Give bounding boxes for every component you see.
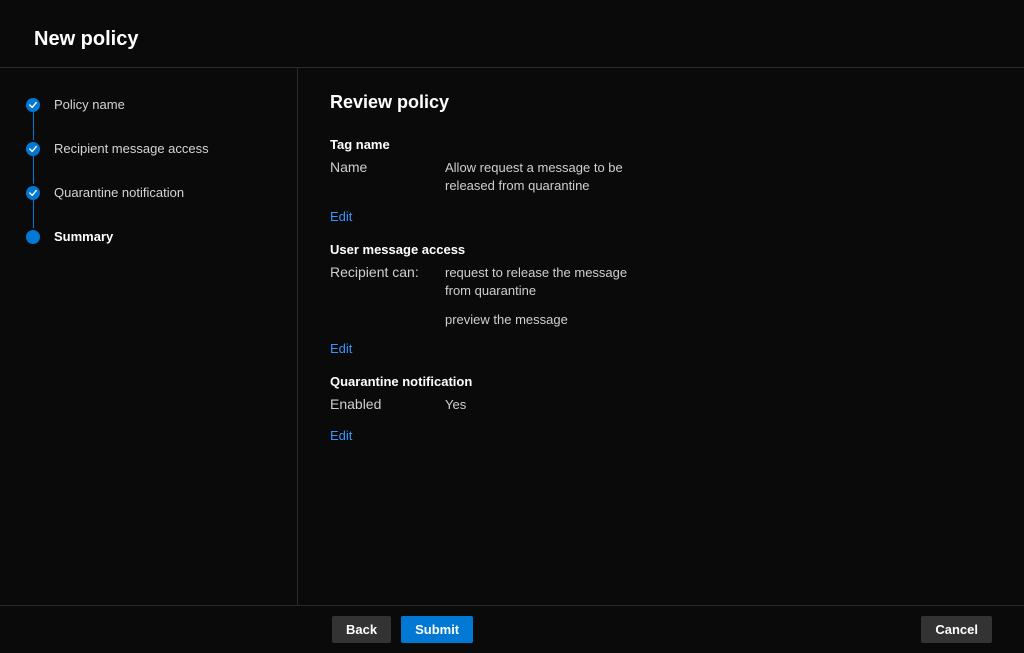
section-heading-access: User message access	[330, 242, 992, 257]
panel-header: New policy	[0, 0, 1024, 68]
content-wrapper: Policy name Recipient message access Qua…	[0, 68, 1024, 605]
submit-button[interactable]: Submit	[401, 616, 473, 643]
step-recipient-message-access[interactable]: Recipient message access	[26, 140, 271, 158]
field-label-recipient: Recipient can:	[330, 264, 445, 280]
cancel-button[interactable]: Cancel	[921, 616, 992, 643]
field-row-name: Name Allow request a message to be relea…	[330, 159, 992, 195]
field-value-recipient-1: request to release the message from quar…	[445, 264, 645, 300]
section-heading-tag: Tag name	[330, 137, 992, 152]
edit-link-access[interactable]: Edit	[330, 341, 352, 356]
step-connector	[33, 112, 34, 140]
step-label: Summary	[54, 228, 113, 246]
step-connector	[33, 156, 34, 184]
back-button[interactable]: Back	[332, 616, 391, 643]
check-icon	[26, 186, 40, 200]
field-row-enabled: Enabled Yes	[330, 396, 992, 414]
field-row-recipient: Recipient can: request to release the me…	[330, 264, 992, 300]
field-value-enabled: Yes	[445, 396, 466, 414]
current-step-icon	[26, 230, 40, 244]
step-summary[interactable]: Summary	[26, 228, 271, 246]
wizard-steps-sidebar: Policy name Recipient message access Qua…	[0, 68, 298, 605]
section-heading-notification: Quarantine notification	[330, 374, 992, 389]
review-title: Review policy	[330, 92, 992, 113]
check-icon	[26, 142, 40, 156]
step-label: Policy name	[54, 96, 125, 114]
field-label-enabled: Enabled	[330, 396, 445, 412]
check-icon	[26, 98, 40, 112]
panel-title: New policy	[34, 28, 990, 51]
wizard-steps-list: Policy name Recipient message access Qua…	[26, 96, 271, 246]
section-quarantine-notification: Quarantine notification Enabled Yes Edit	[330, 374, 992, 457]
field-value-name: Allow request a message to be released f…	[445, 159, 645, 195]
section-user-message-access: User message access Recipient can: reque…	[330, 242, 992, 370]
field-label-name: Name	[330, 159, 445, 175]
review-panel: Review policy Tag name Name Allow reques…	[298, 68, 1024, 605]
step-label: Quarantine notification	[54, 184, 184, 202]
edit-link-tag[interactable]: Edit	[330, 209, 352, 224]
wizard-footer: Back Submit Cancel	[0, 605, 1024, 653]
footer-left-buttons: Back Submit	[332, 616, 473, 643]
step-connector	[33, 200, 34, 228]
section-tag-name: Tag name Name Allow request a message to…	[330, 137, 992, 238]
field-value-recipient-2: preview the message	[445, 312, 992, 327]
step-label: Recipient message access	[54, 140, 209, 158]
footer-right-buttons: Cancel	[921, 616, 992, 643]
step-quarantine-notification[interactable]: Quarantine notification	[26, 184, 271, 202]
edit-link-notification[interactable]: Edit	[330, 428, 352, 443]
step-policy-name[interactable]: Policy name	[26, 96, 271, 114]
